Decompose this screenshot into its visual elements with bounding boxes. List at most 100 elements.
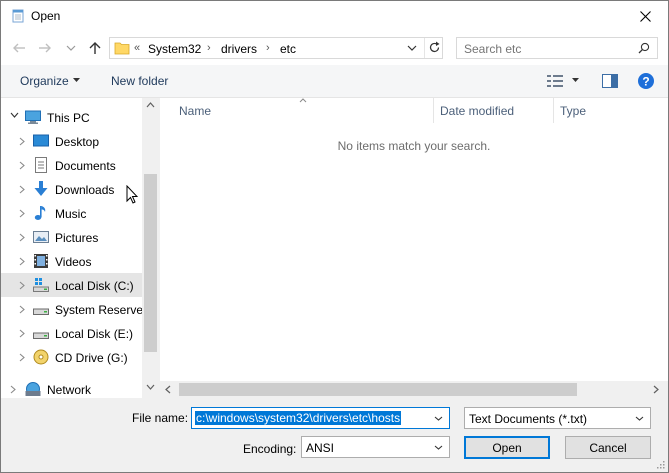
- encoding-label: Encoding:: [243, 442, 297, 456]
- chevron-down-icon[interactable]: [434, 445, 443, 450]
- encoding-select[interactable]: ANSI: [301, 436, 450, 458]
- address-overflow[interactable]: «: [134, 42, 140, 54]
- scrollbar-thumb[interactable]: [179, 383, 577, 396]
- open-file-dialog: Open « System32 › drivers › etc Search e…: [0, 0, 669, 473]
- scroll-up-arrow-icon[interactable]: [146, 102, 155, 108]
- navigation-bar: « System32 › drivers › etc: [1, 32, 668, 65]
- notepad-icon: [12, 9, 24, 23]
- desktop-icon: [33, 134, 49, 147]
- file-list-horizontal-scrollbar[interactable]: [160, 381, 668, 398]
- forward-arrow-icon: [39, 43, 51, 53]
- open-button[interactable]: Open: [464, 436, 550, 459]
- tree-item-this-pc[interactable]: This PC: [1, 105, 142, 129]
- address-separator-icon[interactable]: ›: [266, 42, 270, 54]
- chevron-right-icon[interactable]: [19, 353, 26, 362]
- drive-icon: [33, 332, 49, 339]
- divider: [424, 38, 425, 58]
- address-segment-drivers[interactable]: drivers: [221, 42, 257, 56]
- search-input[interactable]: [464, 42, 634, 56]
- tree-item-network[interactable]: Network: [1, 377, 142, 398]
- tree-label: Documents: [55, 159, 116, 173]
- tree-item-local-disk-e[interactable]: Local Disk (E:): [1, 321, 142, 345]
- documents-icon: [35, 157, 47, 173]
- address-bar[interactable]: « System32 › drivers › etc: [109, 37, 443, 59]
- file-name-combobox[interactable]: c:\windows\system32\drivers\etc\hosts: [191, 407, 450, 429]
- column-header-label: Date modified: [440, 104, 515, 118]
- help-icon[interactable]: ?: [638, 73, 654, 89]
- forward-button[interactable]: [37, 40, 53, 56]
- up-arrow-icon: [89, 42, 101, 54]
- address-history-dropdown-icon[interactable]: [406, 42, 418, 54]
- chevron-down-icon[interactable]: [10, 112, 19, 119]
- tree-item-desktop[interactable]: Desktop: [1, 129, 142, 153]
- tree-label: Downloads: [55, 183, 115, 197]
- windows-drive-icon: [33, 278, 49, 292]
- address-segment-etc[interactable]: etc: [280, 42, 296, 56]
- chevron-right-icon[interactable]: [19, 161, 26, 170]
- chevron-right-icon[interactable]: [19, 233, 26, 242]
- column-header-type[interactable]: Type: [554, 98, 668, 123]
- tree-label: CD Drive (G:): [55, 351, 128, 365]
- recent-locations-button[interactable]: [63, 40, 79, 56]
- chevron-right-icon[interactable]: [10, 385, 17, 394]
- column-header-date-modified[interactable]: Date modified: [434, 98, 554, 123]
- back-arrow-icon: [13, 43, 25, 53]
- resize-grip-icon[interactable]: [655, 459, 665, 469]
- view-options-caret-icon[interactable]: [572, 78, 579, 82]
- up-button[interactable]: [87, 40, 103, 56]
- tree-item-pictures[interactable]: Pictures: [1, 225, 142, 249]
- command-bar: Organize New folder ?: [1, 65, 668, 98]
- tree-label: System Reserved: [55, 303, 150, 317]
- folder-icon: [114, 42, 130, 55]
- file-type-value: Text Documents (*.txt): [469, 412, 588, 426]
- back-button[interactable]: [11, 40, 27, 56]
- music-icon: [34, 206, 46, 220]
- tree-item-music[interactable]: Music: [1, 201, 142, 225]
- nav-pane-scrollbar[interactable]: [142, 98, 159, 398]
- file-name-input[interactable]: c:\windows\system32\drivers\etc\hosts: [195, 411, 402, 425]
- organize-button[interactable]: Organize: [20, 74, 69, 88]
- tree-label: Local Disk (E:): [55, 327, 134, 341]
- chevron-right-icon[interactable]: [19, 281, 26, 290]
- search-icon: [638, 42, 650, 54]
- chevron-right-icon[interactable]: [19, 257, 26, 266]
- column-header-name[interactable]: Name: [173, 98, 434, 123]
- preview-pane-icon[interactable]: [602, 74, 618, 88]
- tree-item-local-disk-c[interactable]: Local Disk (C:): [1, 273, 142, 297]
- caret-down-icon[interactable]: [73, 78, 80, 82]
- search-box[interactable]: [456, 37, 658, 59]
- scroll-left-arrow-icon[interactable]: [165, 385, 171, 394]
- tree-item-system-reserved[interactable]: System Reserved: [1, 297, 150, 321]
- file-type-select[interactable]: Text Documents (*.txt): [464, 407, 651, 429]
- chevron-right-icon[interactable]: [19, 137, 26, 146]
- navigation-pane: This PC Desktop Documents Downloads Musi…: [1, 98, 159, 398]
- chevron-right-icon[interactable]: [19, 305, 26, 314]
- tree-item-cd-drive-g[interactable]: CD Drive (G:): [1, 345, 142, 369]
- chevron-right-icon[interactable]: [19, 329, 26, 338]
- window-title: Open: [31, 9, 61, 23]
- refresh-icon[interactable]: [428, 41, 441, 54]
- empty-results-message: No items match your search.: [337, 139, 491, 153]
- computer-icon: [25, 110, 41, 124]
- tree-label: This PC: [47, 111, 90, 125]
- address-segment-system32[interactable]: System32: [148, 42, 201, 56]
- scrollbar-thumb[interactable]: [144, 174, 157, 352]
- new-folder-button[interactable]: New folder: [111, 74, 168, 88]
- details-view-icon[interactable]: [547, 74, 563, 88]
- tree-item-downloads[interactable]: Downloads: [1, 177, 142, 201]
- chevron-right-icon[interactable]: [19, 209, 26, 218]
- scroll-right-arrow-icon[interactable]: [653, 385, 659, 394]
- svg-text:?: ?: [642, 75, 649, 89]
- close-button[interactable]: [622, 1, 668, 32]
- tree-label: Local Disk (C:): [55, 279, 134, 293]
- pictures-icon: [33, 231, 49, 243]
- scroll-down-arrow-icon[interactable]: [146, 384, 155, 390]
- tree-item-videos[interactable]: Videos: [1, 249, 142, 273]
- chevron-down-icon[interactable]: [434, 416, 443, 421]
- chevron-right-icon[interactable]: [19, 185, 26, 194]
- chevron-down-icon[interactable]: [635, 416, 644, 421]
- cancel-button[interactable]: Cancel: [565, 436, 651, 459]
- address-separator-icon[interactable]: ›: [207, 42, 211, 54]
- column-header-label: Name: [179, 104, 212, 118]
- tree-item-documents[interactable]: Documents: [1, 153, 142, 177]
